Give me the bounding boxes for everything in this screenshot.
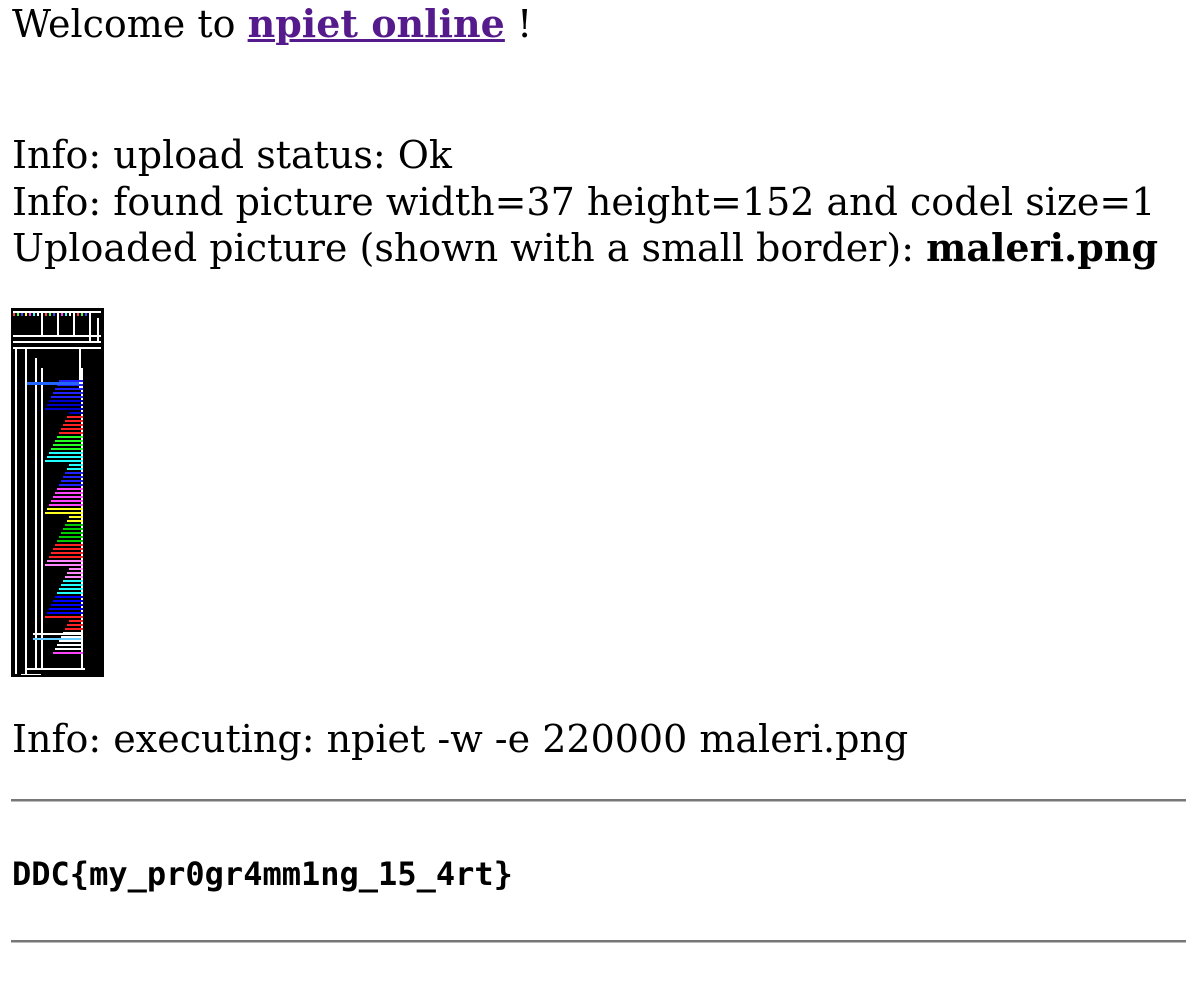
uploaded-picture-label: Uploaded picture (shown with a small bor… (12, 226, 915, 270)
program-output-flag: DDC{my_pr0gr4mm1ng_15_4rt} (12, 855, 513, 893)
upload-info: Info: upload status: Ok Info: found pict… (12, 132, 1158, 272)
piet-program-picture (13, 311, 101, 675)
picture-dimensions-text: Info: found picture width=37 height=152 … (12, 179, 1156, 224)
execution-info: Info: executing: npiet -w -e 220000 male… (12, 717, 909, 761)
horizontal-rule-top (11, 799, 1186, 802)
welcome-heading: Welcome to npiet online ! (12, 1, 533, 47)
uploaded-piet-image (11, 308, 104, 677)
welcome-prefix: Welcome to (12, 2, 236, 46)
welcome-suffix: ! (516, 2, 533, 46)
uploaded-filename: maleri.png (926, 225, 1159, 270)
horizontal-rule-bottom (11, 940, 1186, 943)
upload-status-text: Info: upload status: Ok (12, 133, 452, 177)
npiet-online-link[interactable]: npiet online (248, 1, 505, 46)
npiet-result-page: Welcome to npiet online ! Info: upload s… (0, 0, 1186, 982)
uploaded-picture-line: Uploaded picture (shown with a small bor… (12, 225, 1158, 272)
